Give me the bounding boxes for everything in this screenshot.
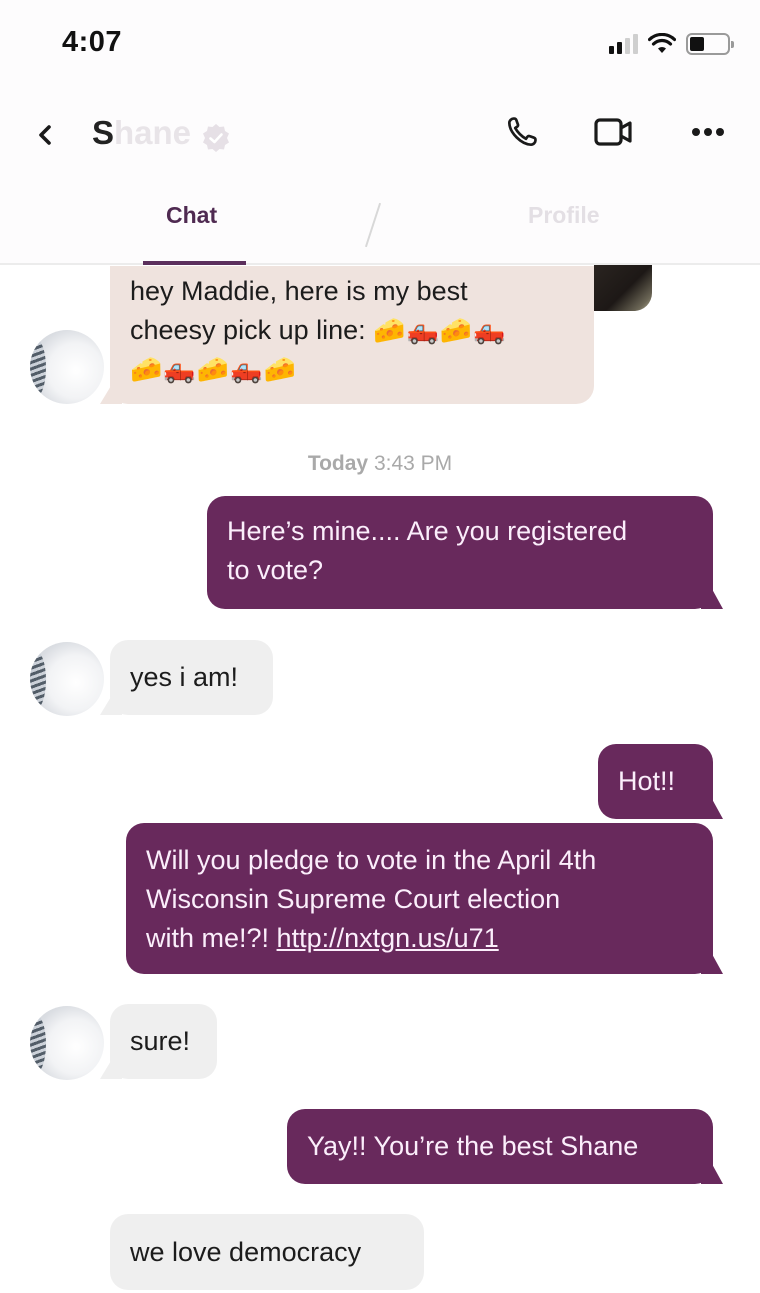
tab-chat[interactable]: Chat [166, 202, 217, 229]
message-text: Hot!! [618, 766, 676, 796]
chat-header: Shane [0, 90, 760, 180]
cheese-truck-emoji: 🧀🛻🧀🛻 [373, 315, 507, 345]
message-line: with me!?! http://nxtgn.us/u71 [146, 923, 499, 953]
message-line: Wisconsin Supreme Court election [146, 884, 561, 914]
incoming-message: hey Maddie, here is my best cheesy pick … [110, 266, 594, 404]
ellipsis-icon [692, 128, 724, 136]
incoming-message: yes i am! [110, 640, 273, 715]
tab-profile[interactable]: Profile [528, 202, 600, 229]
status-bar: 4:07 [0, 0, 760, 90]
tab-bar: Chat Profile [0, 180, 760, 265]
timestamp-day: Today [307, 452, 369, 475]
pledge-link[interactable]: http://nxtgn.us/u71 [277, 923, 499, 953]
timestamp-time: 3:43 PM [373, 452, 453, 475]
message-text: Yay!! You’re the best Shane [307, 1131, 639, 1161]
contact-avatar[interactable] [30, 642, 104, 716]
timestamp-divider: Today 3:43 PM [0, 452, 760, 476]
cellular-signal-icon [609, 34, 638, 54]
contact-avatar[interactable] [30, 1006, 104, 1080]
message-line: to vote? [227, 555, 324, 585]
video-call-button[interactable] [592, 110, 636, 154]
chevron-left-icon [39, 125, 51, 145]
outgoing-message: Hot!! [598, 744, 713, 819]
message-line: hey Maddie, here is my best [130, 276, 468, 306]
message-text: yes i am! [130, 662, 239, 692]
back-button[interactable] [30, 118, 60, 152]
cheese-truck-emoji-line: 🧀🛻🧀🛻🧀 [130, 354, 297, 384]
photo-message-thumbnail[interactable] [594, 265, 652, 311]
tab-divider [364, 202, 382, 248]
message-line: Here’s mine.... Are you registered [227, 516, 628, 546]
incoming-message: we love democracy [110, 1214, 424, 1290]
outgoing-message: Yay!! You’re the best Shane [287, 1109, 713, 1184]
wifi-icon [648, 33, 676, 53]
contact-name-rest: hane [114, 114, 192, 151]
status-time: 4:07 [62, 26, 123, 58]
message-text: we love democracy [130, 1237, 362, 1267]
video-camera-icon [594, 118, 632, 146]
message-text: sure! [130, 1026, 191, 1056]
status-icons [609, 33, 734, 55]
outgoing-message: Will you pledge to vote in the April 4th… [126, 823, 713, 974]
contact-avatar[interactable] [30, 330, 104, 404]
battery-icon [686, 33, 734, 55]
message-line: Will you pledge to vote in the April 4th [146, 845, 597, 875]
verified-badge-icon [203, 124, 229, 152]
more-options-button[interactable] [686, 110, 730, 154]
voice-call-button[interactable] [500, 110, 544, 154]
contact-name[interactable]: Shane [92, 114, 191, 152]
incoming-message: sure! [110, 1004, 217, 1079]
outgoing-message: Here’s mine.... Are you registered to vo… [207, 496, 713, 609]
contact-name-initial: S [92, 114, 115, 151]
message-line: cheesy pick up line: 🧀🛻🧀🛻 [130, 315, 507, 345]
phone-icon [507, 117, 537, 147]
active-tab-indicator [143, 261, 246, 265]
